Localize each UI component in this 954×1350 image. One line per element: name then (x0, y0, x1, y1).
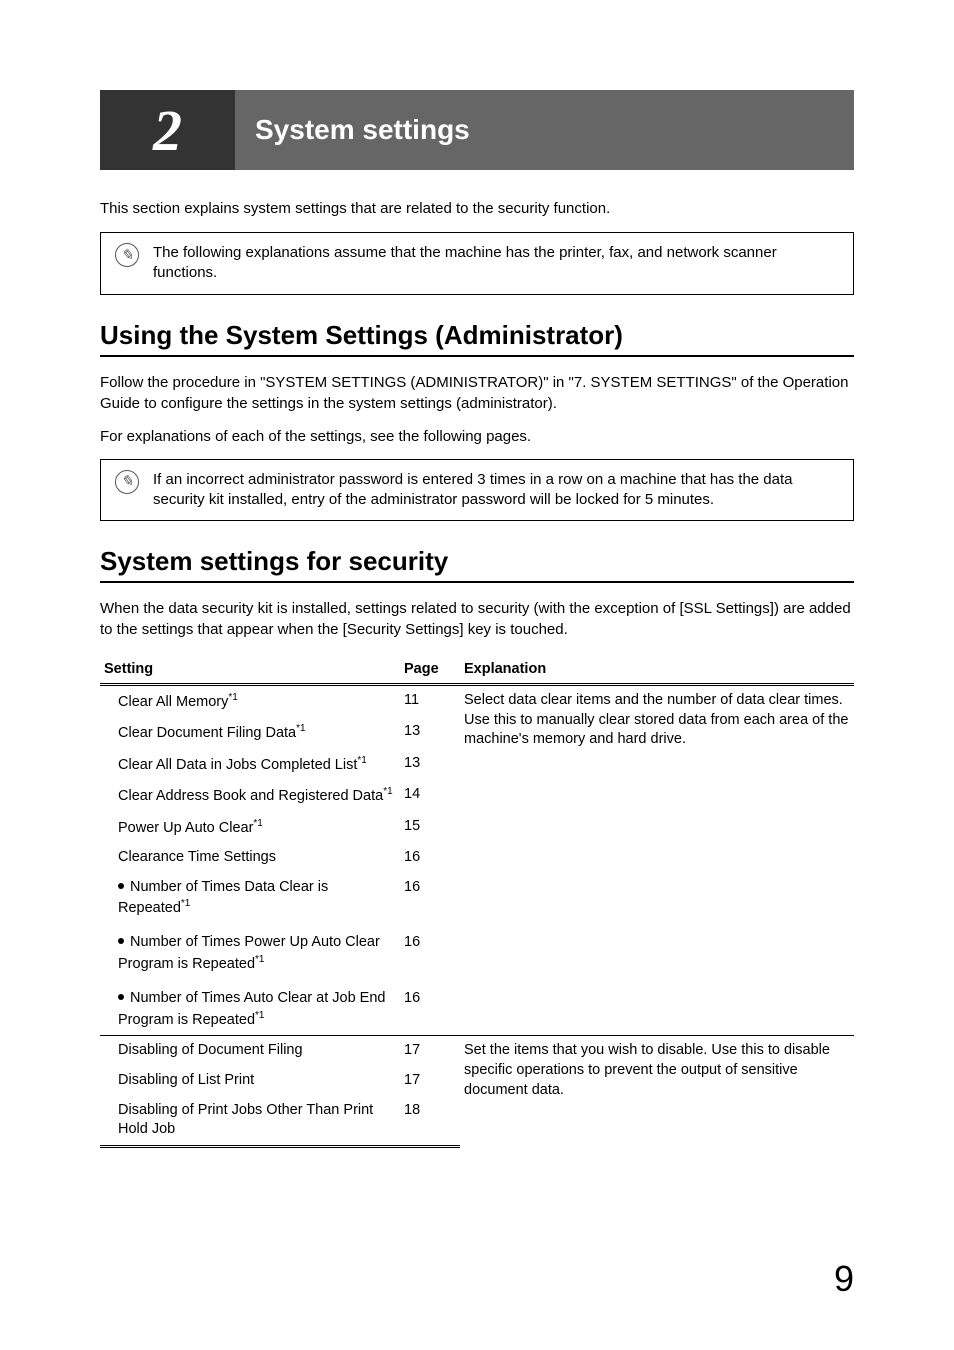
setting-name: Clear All Memory (118, 694, 228, 710)
setting-sup: *1 (357, 755, 366, 766)
bullet-icon (118, 994, 124, 1000)
setting-name: Power Up Auto Clear (118, 819, 253, 835)
settings-table: Setting Page Explanation Clear All Memor… (100, 655, 854, 1148)
intro-text: This section explains system settings th… (100, 200, 854, 217)
setting-name: Disabling of Document Filing (118, 1042, 303, 1058)
setting-name: Disabling of List Print (118, 1072, 254, 1088)
chapter-banner: 2 System settings (100, 90, 854, 170)
section2-title: System settings for security (100, 546, 854, 583)
chapter-title-box: System settings (235, 90, 854, 170)
table-header-row: Setting Page Explanation (100, 655, 854, 685)
setting-name: Number of Times Power Up Auto Clear Prog… (118, 934, 380, 971)
setting-name: Clear All Data in Jobs Completed List (118, 757, 357, 773)
setting-sup: *1 (296, 723, 305, 734)
note-text-1: The following explanations assume that t… (153, 243, 839, 284)
setting-sup: *1 (181, 898, 190, 909)
table-row: Disabling of Document Filing 17 Set the … (100, 1036, 854, 1066)
table-row: Clear All Memory*1 11 Select data clear … (100, 685, 854, 718)
setting-sup: *1 (253, 818, 262, 829)
section1-title: Using the System Settings (Administrator… (100, 320, 854, 357)
bullet-icon (118, 938, 124, 944)
header-setting: Setting (100, 655, 400, 685)
setting-sup: *1 (383, 786, 392, 797)
setting-page: 16 (400, 843, 460, 873)
setting-name: Clear Document Filing Data (118, 725, 296, 741)
setting-name: Clear Address Book and Registered Data (118, 788, 383, 804)
setting-page: 14 (400, 780, 460, 811)
setting-page: 18 (400, 1096, 460, 1147)
setting-page: 13 (400, 717, 460, 748)
setting-page: 17 (400, 1066, 460, 1096)
setting-page: 16 (400, 979, 460, 1035)
setting-page: 17 (400, 1036, 460, 1066)
setting-page: 11 (400, 685, 460, 718)
header-explanation: Explanation (460, 655, 854, 685)
setting-page: 16 (400, 923, 460, 979)
note-icon: ✎ (115, 243, 139, 267)
setting-name: Number of Times Auto Clear at Job End Pr… (118, 990, 386, 1027)
group1-explanation: Select data clear items and the number o… (460, 685, 854, 1036)
setting-sup: *1 (255, 1010, 264, 1021)
setting-page: 16 (400, 873, 460, 924)
setting-page: 13 (400, 749, 460, 780)
setting-sup: *1 (228, 692, 237, 703)
note-icon: ✎ (115, 470, 139, 494)
header-page: Page (400, 655, 460, 685)
note-text-2: If an incorrect administrator password i… (153, 470, 839, 511)
note-box-1: ✎ The following explanations assume that… (100, 232, 854, 295)
section1-para2: For explanations of each of the settings… (100, 426, 854, 447)
chapter-title: System settings (255, 114, 470, 146)
setting-name: Number of Times Data Clear is Repeated (118, 879, 328, 916)
bullet-icon (118, 883, 124, 889)
group2-explanation: Set the items that you wish to disable. … (460, 1036, 854, 1146)
setting-name: Clearance Time Settings (118, 849, 276, 865)
section2-para: When the data security kit is installed,… (100, 598, 854, 640)
setting-name: Disabling of Print Jobs Other Than Print… (118, 1102, 373, 1138)
setting-sup: *1 (255, 954, 264, 965)
chapter-number-box: 2 (100, 90, 235, 170)
note-box-2: ✎ If an incorrect administrator password… (100, 459, 854, 522)
chapter-number: 2 (153, 97, 182, 164)
section1-para1: Follow the procedure in "SYSTEM SETTINGS… (100, 372, 854, 414)
setting-page: 15 (400, 812, 460, 843)
page-number: 9 (834, 1258, 854, 1300)
